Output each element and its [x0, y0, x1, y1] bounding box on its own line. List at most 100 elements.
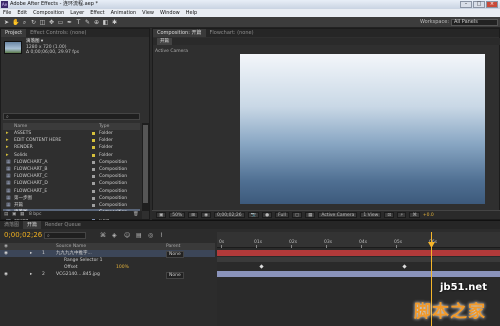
rotate-tool-icon[interactable]: ↻ [30, 19, 37, 26]
project-item[interactable]: ▸ EDIT CONTENT HERE Folder [3, 137, 140, 144]
project-item[interactable]: ▦ FLOWCHART_B Composition [3, 166, 140, 173]
timeline-layer-row[interactable]: ◉ ▸ 2 VCG2140....845.jpg None [0, 271, 215, 279]
tab-timeline-opening[interactable]: 开篇 [23, 221, 42, 229]
snapshot-icon[interactable]: ◉ [201, 212, 211, 218]
comp-navigator-tab[interactable]: 开篇 [157, 38, 172, 45]
label-color-swatch[interactable] [92, 182, 95, 186]
toggle-pixel-icon[interactable]: ⊡ [384, 212, 395, 218]
new-composition-icon[interactable]: ▦ [20, 211, 24, 219]
selected-item-name[interactable]: 滴落图 ▾ [26, 39, 43, 44]
label-color-swatch[interactable] [92, 189, 95, 193]
pan-behind-tool-icon[interactable]: ✥ [48, 19, 55, 26]
column-name[interactable]: Name [14, 123, 27, 130]
project-item[interactable]: ▸ ASSETS Folder [3, 130, 140, 137]
label-color-swatch[interactable] [92, 196, 95, 200]
close-button[interactable]: × [486, 1, 498, 8]
label-color-swatch[interactable] [92, 160, 95, 164]
offset-value[interactable]: 100% [116, 264, 129, 271]
motion-blur-icon[interactable]: ◎ [148, 232, 153, 239]
project-item[interactable]: ▦ 第一步图 Composition [3, 195, 140, 202]
timeline-layer-row[interactable]: Range Selector 1 [0, 257, 215, 264]
transparency-grid-icon[interactable]: ▦ [305, 212, 316, 218]
comp-mini-flowchart-icon[interactable]: ⌘ [100, 232, 106, 239]
tab-project[interactable]: Project [1, 29, 27, 37]
composition-viewer[interactable] [240, 54, 485, 204]
project-item[interactable]: ▦ FLOWCHART_A Composition [3, 159, 140, 166]
label-color-swatch[interactable] [92, 175, 95, 179]
project-scrollbar[interactable] [142, 123, 149, 211]
fast-preview-icon[interactable]: ⚡ [397, 212, 407, 218]
project-item[interactable]: ▸ Solids Folder [3, 152, 140, 159]
menu-animation[interactable]: Animation [111, 10, 137, 16]
keyframe-start[interactable] [259, 264, 264, 269]
view-layout-dropdown[interactable]: 1 View [360, 212, 382, 218]
project-item[interactable]: ▦ FLOWCHART_D Composition [3, 180, 140, 187]
clone-tool-icon[interactable]: ⊕ [93, 19, 100, 26]
project-search-input[interactable]: ⌕ [3, 113, 140, 120]
brush-tool-icon[interactable]: ✎ [84, 19, 91, 26]
project-item[interactable]: ▸ RENDER Folder [3, 144, 140, 151]
parent-dropdown[interactable]: None [166, 271, 184, 279]
shy-layers-icon[interactable]: ☺ [124, 232, 130, 239]
layer-2-duration-bar[interactable] [217, 271, 500, 277]
color-channel-icon[interactable]: ● [262, 212, 273, 218]
zoom-tool-icon[interactable]: ⌕ [21, 19, 28, 26]
project-item[interactable]: ▦ FLOWCHART_C Composition [3, 173, 140, 180]
label-color-swatch[interactable] [92, 153, 95, 157]
keyframe-end[interactable] [402, 264, 407, 269]
always-preview-icon[interactable]: ▣ [156, 212, 167, 218]
camera-tool-icon[interactable]: ◫ [39, 19, 46, 26]
rectangle-tool-icon[interactable]: ▭ [57, 19, 64, 26]
frame-blending-icon[interactable]: ▤ [136, 232, 142, 239]
puppet-tool-icon[interactable]: ✱ [111, 19, 118, 26]
column-source-name[interactable]: Source Name [56, 243, 86, 250]
project-item[interactable]: ▦ 开篇 Composition [3, 202, 140, 209]
label-color-swatch[interactable] [92, 203, 95, 207]
tab-timeline-drip[interactable]: 滴落图 [0, 221, 23, 229]
label-color-swatch[interactable] [92, 146, 95, 150]
flowchart-icon[interactable]: ⌘ [409, 212, 420, 218]
current-time-field[interactable]: 0;00;02;26 [214, 212, 245, 218]
label-color-swatch[interactable] [92, 132, 95, 135]
visibility-eye-icon[interactable]: ◉ [4, 271, 8, 278]
timeline-timecode[interactable]: 0;00;02;26 [4, 231, 42, 240]
selection-tool-icon[interactable]: ➤ [3, 19, 10, 26]
zoom-dropdown[interactable]: 50% [169, 212, 186, 218]
timeline-layer-row[interactable]: ◉ ▸ 1 九九九九中推字... None [0, 250, 215, 258]
region-icon[interactable]: ▢ [291, 212, 303, 218]
layer-1-duration-bar[interactable] [217, 250, 500, 256]
hand-tool-icon[interactable]: ✋ [12, 19, 19, 26]
eraser-tool-icon[interactable]: ◧ [102, 19, 109, 26]
bit-depth-label[interactable]: 8 bpc [29, 211, 41, 219]
menu-help[interactable]: Help [186, 10, 197, 16]
scrollbar-thumb[interactable] [143, 125, 148, 203]
timeline-layer-row[interactable]: Offset 100% [0, 264, 215, 271]
exposure-value[interactable]: +0.0 [423, 213, 434, 218]
label-color-swatch[interactable] [92, 167, 95, 171]
expand-twirl-icon[interactable]: ▸ [30, 250, 32, 257]
label-color-swatch[interactable] [92, 139, 95, 143]
column-parent[interactable]: Parent [166, 243, 180, 250]
project-item[interactable]: ▦ FLOWCHART_E Composition [3, 188, 140, 195]
menu-file[interactable]: File [3, 10, 11, 16]
tab-render-queue[interactable]: Render Queue [41, 221, 85, 229]
menu-edit[interactable]: Edit [17, 10, 27, 16]
menu-composition[interactable]: Composition [33, 10, 64, 16]
draft-3d-icon[interactable]: ◈ [112, 232, 117, 239]
expand-twirl-icon[interactable]: ▸ [30, 271, 32, 278]
column-type[interactable]: Type [99, 123, 109, 130]
camera-view-dropdown[interactable]: Active Camera [318, 212, 358, 218]
text-tool-icon[interactable]: T [75, 19, 82, 26]
menu-effect[interactable]: Effect [90, 10, 104, 16]
safe-areas-icon[interactable]: ⊞ [188, 212, 199, 218]
new-folder-icon[interactable]: ▣ [12, 211, 16, 219]
menu-layer[interactable]: Layer [70, 10, 84, 16]
camera-icon[interactable]: 📷 [247, 212, 260, 218]
graph-editor-icon[interactable]: ⌇ [160, 232, 163, 239]
tab-composition[interactable]: Composition: 开篇 [153, 29, 206, 37]
menu-window[interactable]: Window [160, 10, 180, 16]
interpret-footage-icon[interactable]: ▤ [4, 211, 8, 219]
delete-icon[interactable]: 🗑 [133, 211, 139, 219]
timeline-search-input[interactable]: ⌕ [44, 232, 86, 239]
time-ruler[interactable]: 0s 01s 02s 03s 04s 05s 06s [217, 232, 500, 248]
